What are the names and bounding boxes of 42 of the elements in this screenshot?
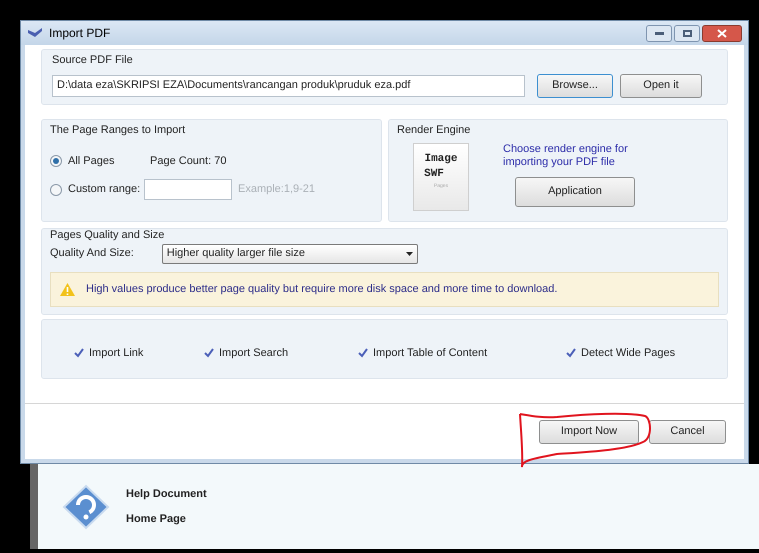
group-title: The Page Ranges to Import: [50, 123, 186, 138]
browse-button[interactable]: Browse...: [537, 74, 613, 98]
minimize-button[interactable]: [646, 24, 672, 42]
help-icon: [62, 484, 110, 530]
group-title: Pages Quality and Size: [50, 228, 166, 243]
open-button[interactable]: Open it: [620, 74, 702, 98]
custom-range-field[interactable]: [144, 179, 232, 200]
close-button[interactable]: [702, 24, 742, 42]
example-hint: Example:1,9-21: [238, 182, 316, 198]
cancel-button[interactable]: Cancel: [649, 420, 726, 444]
warning-icon: [59, 282, 76, 296]
maximize-button[interactable]: [674, 24, 700, 42]
render-hint: Choose render engine for importing your PDF file: [503, 142, 629, 168]
book-icon: [27, 27, 43, 39]
application-button[interactable]: Application: [515, 176, 635, 206]
checkbox-label[interactable]: Detect Wide Pages: [581, 344, 676, 362]
checkbox[interactable]: [204, 348, 214, 358]
radio-label[interactable]: Custom range:: [68, 181, 144, 198]
group-title: Source PDF File: [52, 53, 134, 68]
radio-button[interactable]: [50, 154, 62, 167]
dropdown-arrow-icon: [406, 252, 413, 256]
warning-text: High values produce better page quality but require more disk space and more time to download.: [86, 282, 558, 297]
close-icon: [717, 28, 727, 38]
checkbox[interactable]: [74, 348, 84, 358]
group-title: Render Engine: [397, 123, 472, 138]
help-link[interactable]: Help Document: [126, 486, 207, 502]
radio-button[interactable]: [50, 184, 62, 196]
radio-label[interactable]: All Pages: [68, 152, 144, 169]
checkbox[interactable]: [358, 348, 368, 358]
checkbox-label[interactable]: Import Link: [89, 344, 144, 362]
quality-label: Quality And Size:: [50, 246, 134, 262]
icon-text: Image: [424, 152, 458, 166]
import-now-button[interactable]: Import Now: [539, 420, 639, 444]
checkbox-label[interactable]: Import Table of Content: [373, 344, 488, 362]
page-count: Page Count: 70: [150, 154, 226, 168]
window-title: Import PDF: [49, 25, 110, 42]
quality-dropdown[interactable]: Higher quality larger file size: [162, 244, 418, 264]
icon-text: SWF: [424, 166, 444, 182]
checkbox-label[interactable]: Import Search: [219, 344, 288, 362]
checkbox[interactable]: [566, 348, 576, 358]
path-field[interactable]: D:\data eza\SKRIPSI EZA\Documents\rancangan produk\pruduk eza.pdf: [52, 74, 525, 96]
help-link[interactable]: Home Page: [126, 511, 207, 528]
